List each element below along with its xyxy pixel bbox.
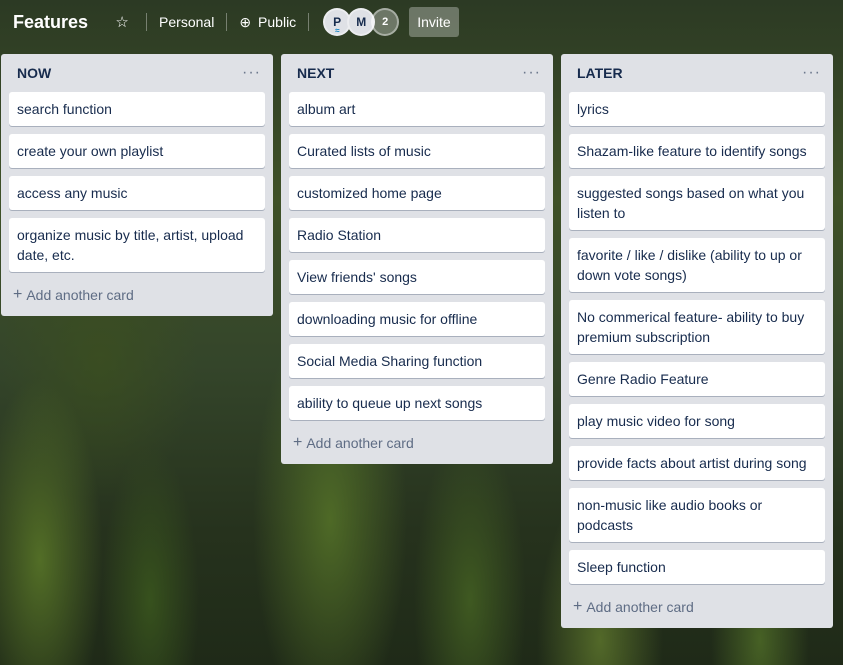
list-now: NOW ··· search function create your own … — [1, 54, 273, 316]
more-icon[interactable]: ··· — [242, 64, 261, 82]
admin-chevron-icon: ≈ — [335, 26, 340, 35]
card[interactable]: suggested songs based on what you listen… — [569, 176, 825, 230]
divider — [308, 13, 310, 31]
divider — [226, 13, 228, 31]
card[interactable]: customized home page — [289, 176, 545, 210]
plus-icon: + — [13, 286, 23, 303]
card[interactable]: non-music like audio books or podcasts — [569, 488, 825, 542]
list-title[interactable]: LATER — [577, 65, 623, 81]
visibility-button[interactable]: ⊕ Public — [237, 10, 298, 35]
list-next: NEXT ··· album art Curated lists of musi… — [281, 54, 553, 464]
card[interactable]: provide facts about artist during song — [569, 446, 825, 480]
card[interactable]: access any music — [9, 176, 265, 210]
card[interactable]: Genre Radio Feature — [569, 362, 825, 396]
list-later: LATER ··· lyrics Shazam-like feature to … — [561, 54, 833, 628]
list-title[interactable]: NOW — [17, 65, 51, 81]
member-avatars: P ≈ M 2 — [323, 8, 400, 36]
card[interactable]: play music video for song — [569, 404, 825, 438]
card[interactable]: favorite / like / dislike (ability to up… — [569, 238, 825, 292]
more-icon[interactable]: ··· — [802, 64, 821, 82]
add-card-button[interactable]: + Add another card — [9, 280, 265, 310]
board-header: Features ☆ Personal ⊕ Public P ≈ M 2 Inv… — [0, 0, 843, 44]
list-title[interactable]: NEXT — [297, 65, 334, 81]
card[interactable]: View friends' songs — [289, 260, 545, 294]
add-card-label: Add another card — [586, 599, 694, 615]
add-card-button[interactable]: + Add another card — [569, 592, 825, 622]
card[interactable]: Sleep function — [569, 550, 825, 584]
team-visibility-label: Personal — [159, 14, 215, 30]
card[interactable]: Radio Station — [289, 218, 545, 252]
add-card-label: Add another card — [306, 435, 414, 451]
board-title[interactable]: Features — [13, 12, 88, 33]
list-header: NEXT ··· — [289, 54, 545, 92]
card[interactable]: lyrics — [569, 92, 825, 126]
plus-icon: + — [573, 598, 583, 615]
card[interactable]: downloading music for offline — [289, 302, 545, 336]
card[interactable]: Curated lists of music — [289, 134, 545, 168]
list-header: NOW ··· — [9, 54, 265, 92]
card[interactable]: No commerical feature- ability to buy pr… — [569, 300, 825, 354]
card[interactable]: Social Media Sharing function — [289, 344, 545, 378]
add-card-button[interactable]: + Add another card — [289, 428, 545, 458]
team-visibility-button[interactable]: Personal — [157, 10, 216, 34]
card[interactable]: ability to queue up next songs — [289, 386, 545, 420]
divider — [146, 13, 148, 31]
card[interactable]: organize music by title, artist, upload … — [9, 218, 265, 272]
globe-icon: ⊕ — [239, 13, 252, 30]
card[interactable]: search function — [9, 92, 265, 126]
list-header: LATER ··· — [569, 54, 825, 92]
invite-button[interactable]: Invite — [409, 7, 459, 37]
avatar-initial: M — [356, 15, 367, 29]
more-icon[interactable]: ··· — [522, 64, 541, 82]
card[interactable]: album art — [289, 92, 545, 126]
add-card-label: Add another card — [26, 287, 134, 303]
card[interactable]: create your own playlist — [9, 134, 265, 168]
card[interactable]: Shazam-like feature to identify songs — [569, 134, 825, 168]
visibility-label: Public — [258, 14, 297, 30]
star-icon[interactable]: ☆ — [108, 13, 136, 31]
extra-members-badge[interactable]: 2 — [371, 8, 400, 36]
plus-icon: + — [293, 434, 303, 451]
